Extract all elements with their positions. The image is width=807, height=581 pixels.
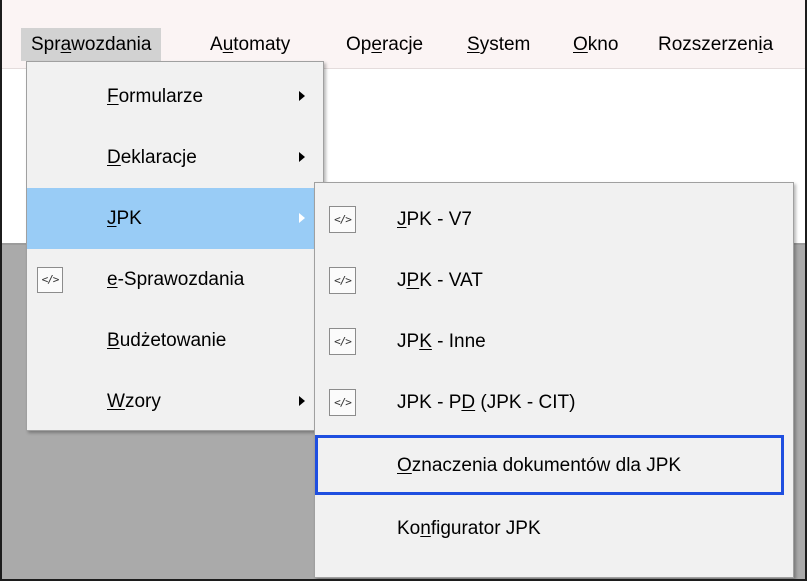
- xml-code-icon: </>: [37, 267, 63, 293]
- submenu-item-jpk-inne[interactable]: </> JPK - Inne: [315, 311, 793, 372]
- menu-sprawozdania[interactable]: Sprawozdania: [21, 28, 162, 61]
- xml-code-icon: </>: [329, 389, 356, 416]
- menu-item-deklaracje[interactable]: Deklaracje: [27, 127, 323, 188]
- menu-item-label: JPK - V7: [397, 209, 472, 230]
- menu-item-label: JPK - Inne: [397, 331, 486, 352]
- menu-system[interactable]: System: [457, 28, 540, 61]
- jpk-submenu: </> JPK - V7 </> JPK - VAT </> JPK - Inn…: [314, 182, 794, 578]
- menu-item-label: JPK - PD (JPK - CIT): [397, 392, 576, 413]
- menu-item-label: JPK - VAT: [397, 270, 483, 291]
- menu-rozszerzenia[interactable]: Rozszerzenia: [648, 28, 783, 61]
- xml-code-icon: </>: [329, 328, 356, 355]
- menu-item-label: JPK: [107, 208, 142, 229]
- xml-code-icon: </>: [329, 267, 356, 294]
- submenu-arrow-icon: [299, 396, 305, 406]
- submenu-arrow-icon: [299, 91, 305, 101]
- menu-operacje[interactable]: Operacje: [336, 28, 433, 61]
- menu-automaty[interactable]: Automaty: [200, 28, 300, 61]
- submenu-arrow-icon: [299, 152, 305, 162]
- submenu-item-jpk-vat[interactable]: </> JPK - VAT: [315, 250, 793, 311]
- menu-item-e-sprawozdania[interactable]: </> e-Sprawozdania: [27, 249, 323, 310]
- submenu-item-jpk-pd[interactable]: </> JPK - PD (JPK - CIT): [315, 372, 793, 433]
- menu-okno[interactable]: Okno: [563, 28, 628, 61]
- menu-item-label: Formularze: [107, 86, 204, 107]
- sprawozdania-dropdown: Formularze Deklaracje JPK </> e-Sprawozd…: [26, 61, 324, 431]
- menu-item-formularze[interactable]: Formularze: [27, 66, 323, 127]
- submenu-item-konfigurator-jpk[interactable]: Konfigurator JPK: [315, 498, 793, 559]
- selection-highlight-box: [315, 435, 784, 495]
- submenu-arrow-icon: [299, 213, 305, 223]
- title-strip: [2, 0, 805, 20]
- xml-code-icon: </>: [329, 206, 356, 233]
- menu-item-jpk[interactable]: JPK: [27, 188, 323, 249]
- menu-item-budzetowanie[interactable]: Budżetowanie: [27, 310, 323, 371]
- menu-item-label: Konfigurator JPK: [397, 518, 541, 539]
- menu-item-label: Wzory: [107, 391, 161, 412]
- menu-item-wzory[interactable]: Wzory: [27, 371, 323, 432]
- menu-item-label: e-Sprawozdania: [107, 269, 245, 290]
- app-window: Sprawozdania Automaty Operacje System Ok…: [0, 0, 807, 581]
- menu-item-label: Deklaracje: [107, 147, 197, 168]
- menu-item-label: Budżetowanie: [107, 330, 227, 351]
- submenu-item-jpk-v7[interactable]: </> JPK - V7: [315, 189, 793, 250]
